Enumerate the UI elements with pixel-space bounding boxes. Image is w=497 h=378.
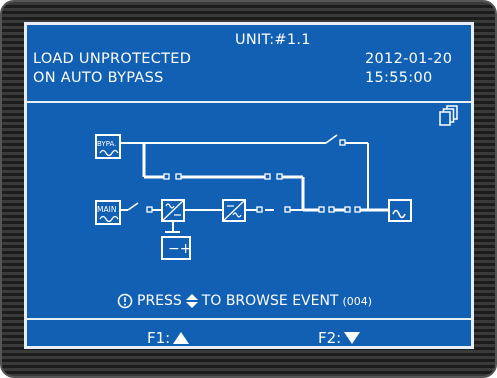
- press-label: PRESS: [137, 293, 182, 309]
- f1-softkey[interactable]: F1:: [147, 329, 190, 347]
- power-flow-diagram: −+ BYPA. MAIN: [95, 134, 412, 260]
- main-label: MAIN: [97, 205, 116, 214]
- triangle-up-icon: [173, 332, 190, 344]
- browse-event-label: TO BROWSE EVENT: [201, 293, 339, 309]
- f2-label: F2:: [318, 329, 342, 347]
- f2-softkey[interactable]: F2:: [318, 329, 361, 347]
- main-sine-icon: [99, 215, 119, 223]
- lcd-screen: UNIT:#1.1 LOAD UNPROTECTED ON AUTO BYPAS…: [24, 22, 474, 349]
- bypass-sine-icon: [99, 149, 119, 157]
- svg-text:−+: −+: [168, 241, 191, 257]
- f1-label: F1:: [147, 329, 171, 347]
- up-down-arrow-icon: [185, 294, 198, 308]
- event-count: (004): [342, 294, 373, 308]
- output-sine-icon: [392, 209, 406, 219]
- output-load-box: [388, 199, 412, 222]
- bypass-label: BYPA.: [97, 140, 116, 148]
- footer-divider: [27, 318, 471, 320]
- triangle-down-icon: [344, 332, 361, 344]
- event-message: PRESS TO BROWSE EVENT (004): [117, 291, 372, 311]
- info-icon: [117, 293, 133, 309]
